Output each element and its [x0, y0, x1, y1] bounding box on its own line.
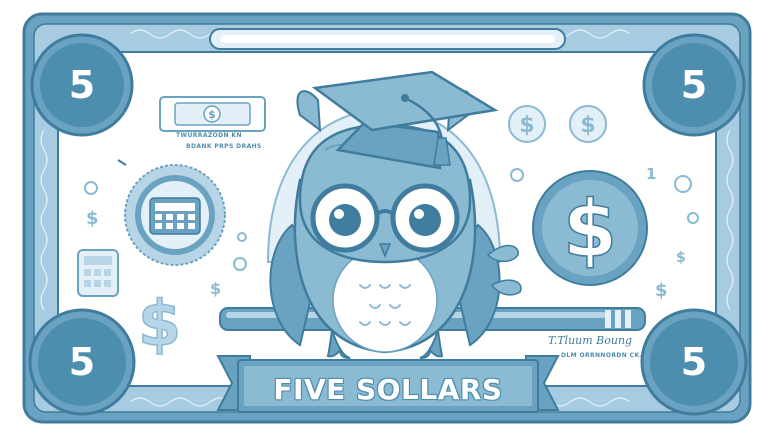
denomination-label: FIVE SOLLARS [273, 373, 503, 406]
svg-text:$: $ [580, 113, 595, 138]
signature-caption: DLM ORRNNORDN CK. [561, 352, 643, 359]
svg-text:$: $ [519, 113, 534, 138]
svg-text:$: $ [655, 280, 668, 301]
banknote: $ $ $ $ $ $ $ $ $ 5 5 5 5 TWURRAZODN KN … [0, 0, 773, 433]
numeral-mark: 1 [646, 165, 657, 183]
svg-text:$: $ [210, 279, 221, 298]
corner-value-top-left: 5 [68, 63, 96, 107]
corner-value-bottom-left: 5 [68, 340, 96, 384]
svg-text:$: $ [138, 287, 181, 360]
dollar-sign-icon: $ [532, 170, 648, 286]
top-bar [209, 28, 566, 50]
seal-icon [124, 164, 226, 266]
corner-value-bottom-right: 5 [680, 340, 708, 384]
svg-text:$: $ [676, 250, 686, 266]
small-bill-text-1: TWURRAZODN KN [176, 132, 242, 139]
calculator-icon [77, 249, 119, 297]
signature: T.Tluum Boung [548, 334, 633, 347]
small-bill-text-2: BDANK PRPS DRAHS [186, 143, 262, 150]
small-bill-icon: $ [159, 96, 266, 132]
svg-text:$: $ [563, 185, 617, 275]
corner-value-top-right: 5 [680, 63, 708, 107]
svg-text:$: $ [86, 208, 99, 229]
svg-text:$: $ [208, 108, 216, 121]
